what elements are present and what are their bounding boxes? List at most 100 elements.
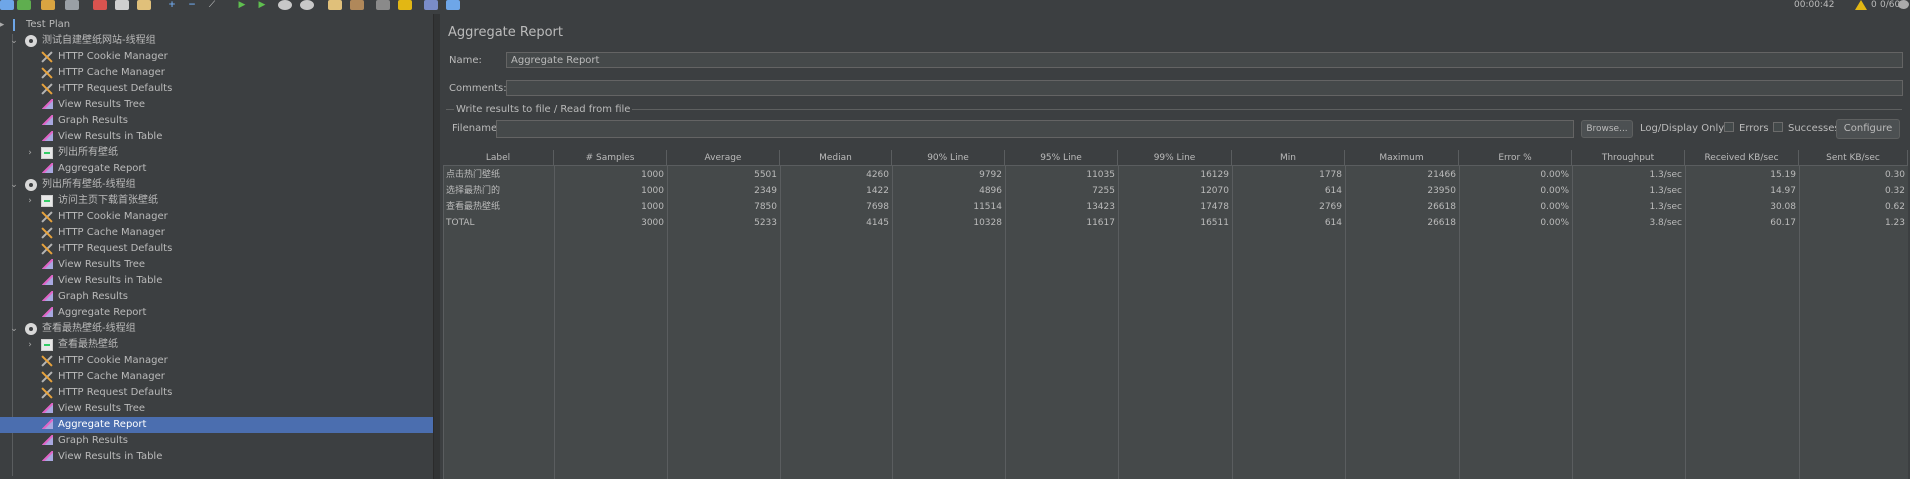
start-icon[interactable]: ▶	[235, 0, 249, 10]
column-header[interactable]: Throughput	[1572, 150, 1685, 166]
toggle-icon[interactable]: ⟋	[205, 0, 219, 10]
tree-item-config[interactable]: HTTP Request Defaults	[0, 241, 433, 257]
table-cell: 1778	[1319, 170, 1342, 180]
tree-item-controller[interactable]: › 列出所有壁纸	[0, 145, 433, 161]
column-header[interactable]: Min	[1232, 150, 1345, 166]
tree-item-listener[interactable]: View Results in Table	[0, 273, 433, 289]
column-header[interactable]: # Samples	[554, 150, 667, 166]
save-icon[interactable]	[65, 0, 79, 10]
tree-item-listener-selected[interactable]: Aggregate Report	[0, 417, 433, 433]
listener-icon	[42, 259, 53, 269]
tree-item-config[interactable]: HTTP Request Defaults	[0, 81, 433, 97]
chevron-down-icon[interactable]: ⌄	[9, 177, 19, 193]
config-element-icon	[40, 355, 54, 367]
name-field[interactable]	[506, 52, 1903, 68]
table-cell: 1000	[641, 170, 664, 180]
tree-item-controller[interactable]: › 访问主页下载首张壁纸	[0, 193, 433, 209]
table-cell: 26618	[1427, 202, 1456, 212]
tree-item-config[interactable]: HTTP Request Defaults	[0, 385, 433, 401]
tree-item-config[interactable]: HTTP Cache Manager	[0, 65, 433, 81]
chevron-right-icon[interactable]: ›	[25, 193, 35, 209]
chevron-right-icon[interactable]: ›	[25, 145, 35, 161]
tree-item-config[interactable]: HTTP Cache Manager	[0, 225, 433, 241]
table-cell: 21466	[1427, 170, 1456, 180]
cut-icon[interactable]	[93, 0, 107, 10]
tree-item-test-plan[interactable]: ▸ Test Plan	[0, 17, 433, 33]
tree-item-listener[interactable]: View Results in Table	[0, 449, 433, 465]
clear-all-icon[interactable]	[350, 0, 364, 10]
tree-item-thread-group[interactable]: ⌄ 测试自建壁纸网站-线程组	[0, 33, 433, 49]
successes-checkbox[interactable]	[1773, 122, 1783, 132]
paste-icon[interactable]	[137, 0, 151, 10]
tree-item-listener[interactable]: Aggregate Report	[0, 305, 433, 321]
table-row[interactable]: 查看最热壁纸 1000 7850 7698 11514 13423 17478 2769 266…	[443, 199, 1908, 215]
chevron-right-icon[interactable]: ›	[25, 337, 35, 353]
expand-icon[interactable]: +	[165, 0, 179, 10]
clear-icon[interactable]	[328, 0, 342, 10]
collapse-arrow-icon[interactable]: ▸	[0, 17, 7, 33]
tree-item-listener[interactable]: View Results Tree	[0, 401, 433, 417]
table-cell: 查看最热壁纸	[446, 202, 501, 212]
table-cell: 0.30	[1884, 170, 1905, 180]
copy-icon[interactable]	[115, 0, 129, 10]
column-header[interactable]: Average	[667, 150, 780, 166]
tree-item-thread-group[interactable]: ⌄ 列出所有壁纸-线程组	[0, 177, 433, 193]
table-row[interactable]: 选择最热门的 1000 2349 1422 4896 7255 12070 614 23950 0…	[443, 183, 1908, 199]
column-header[interactable]: 95% Line	[1005, 150, 1118, 166]
table-cell: 14.97	[1770, 186, 1796, 196]
thread-group-icon	[25, 179, 37, 191]
function-helper-icon[interactable]	[424, 0, 438, 10]
tree-item-config[interactable]: HTTP Cookie Manager	[0, 353, 433, 369]
table-row[interactable]: 点击热门壁纸 1000 5501 4260 9792 11035 16129 1778 2146…	[443, 167, 1908, 183]
tree-item-listener[interactable]: Graph Results	[0, 289, 433, 305]
collapse-icon[interactable]: −	[185, 0, 199, 10]
new-icon[interactable]	[0, 0, 14, 10]
gear-icon[interactable]	[1898, 0, 1909, 9]
open-icon[interactable]	[41, 0, 55, 10]
column-header[interactable]: Error %	[1459, 150, 1572, 166]
reset-search-icon[interactable]	[398, 0, 412, 10]
tree-item-listener[interactable]: View Results in Table	[0, 129, 433, 145]
errors-checkbox[interactable]	[1724, 122, 1734, 132]
results-table[interactable]: Label # Samples Average Median 90% Line 95% L…	[443, 150, 1908, 479]
shutdown-icon[interactable]	[300, 0, 314, 10]
warning-icon[interactable]	[1855, 0, 1867, 10]
column-header[interactable]: 90% Line	[892, 150, 1005, 166]
start-no-pause-icon[interactable]: ▶	[255, 0, 269, 10]
listener-icon	[42, 435, 53, 445]
column-header[interactable]: 99% Line	[1118, 150, 1232, 166]
column-header[interactable]: Sent KB/sec	[1799, 150, 1908, 166]
tree-item-config[interactable]: HTTP Cookie Manager	[0, 209, 433, 225]
column-header[interactable]: Median	[780, 150, 892, 166]
stop-icon[interactable]	[278, 0, 292, 10]
search-icon[interactable]	[376, 0, 390, 10]
tree-item-listener[interactable]: View Results Tree	[0, 97, 433, 113]
filename-field[interactable]	[496, 120, 1574, 138]
comments-field[interactable]	[506, 80, 1903, 96]
tree-item-thread-group[interactable]: ⌄ 查看最热壁纸-线程组	[0, 321, 433, 337]
configure-button[interactable]: Configure	[1836, 119, 1900, 139]
successes-label: Successes	[1788, 123, 1840, 134]
chevron-down-icon[interactable]: ⌄	[9, 321, 19, 337]
tree-item-config[interactable]: HTTP Cookie Manager	[0, 49, 433, 65]
tree-item-controller[interactable]: › 查看最热壁纸	[0, 337, 433, 353]
tree-item-listener[interactable]: Aggregate Report	[0, 161, 433, 177]
table-cell: 5501	[754, 170, 777, 180]
test-plan-tree[interactable]: ▸ Test Plan ⌄ 测试自建壁纸网站-线程组 HTTP Cookie M…	[0, 14, 433, 479]
tree-item-listener[interactable]: View Results Tree	[0, 257, 433, 273]
column-header[interactable]: Label	[443, 150, 554, 166]
column-header[interactable]: Received KB/sec	[1685, 150, 1799, 166]
column-header[interactable]: Maximum	[1345, 150, 1459, 166]
table-row[interactable]: TOTAL 3000 5233 4145 10328 11617 16511 614 26618…	[443, 215, 1908, 231]
table-cell: 12070	[1200, 186, 1229, 196]
table-cell: 13423	[1086, 202, 1115, 212]
tree-item-listener[interactable]: Graph Results	[0, 433, 433, 449]
tree-item-listener[interactable]: Graph Results	[0, 113, 433, 129]
tree-item-config[interactable]: HTTP Cache Manager	[0, 369, 433, 385]
listener-icon	[42, 307, 53, 317]
chevron-down-icon[interactable]: ⌄	[9, 33, 19, 49]
browse-button[interactable]: Browse...	[1581, 120, 1633, 138]
help-icon[interactable]	[446, 0, 460, 10]
config-element-icon	[40, 67, 54, 79]
templates-icon[interactable]	[17, 0, 31, 10]
